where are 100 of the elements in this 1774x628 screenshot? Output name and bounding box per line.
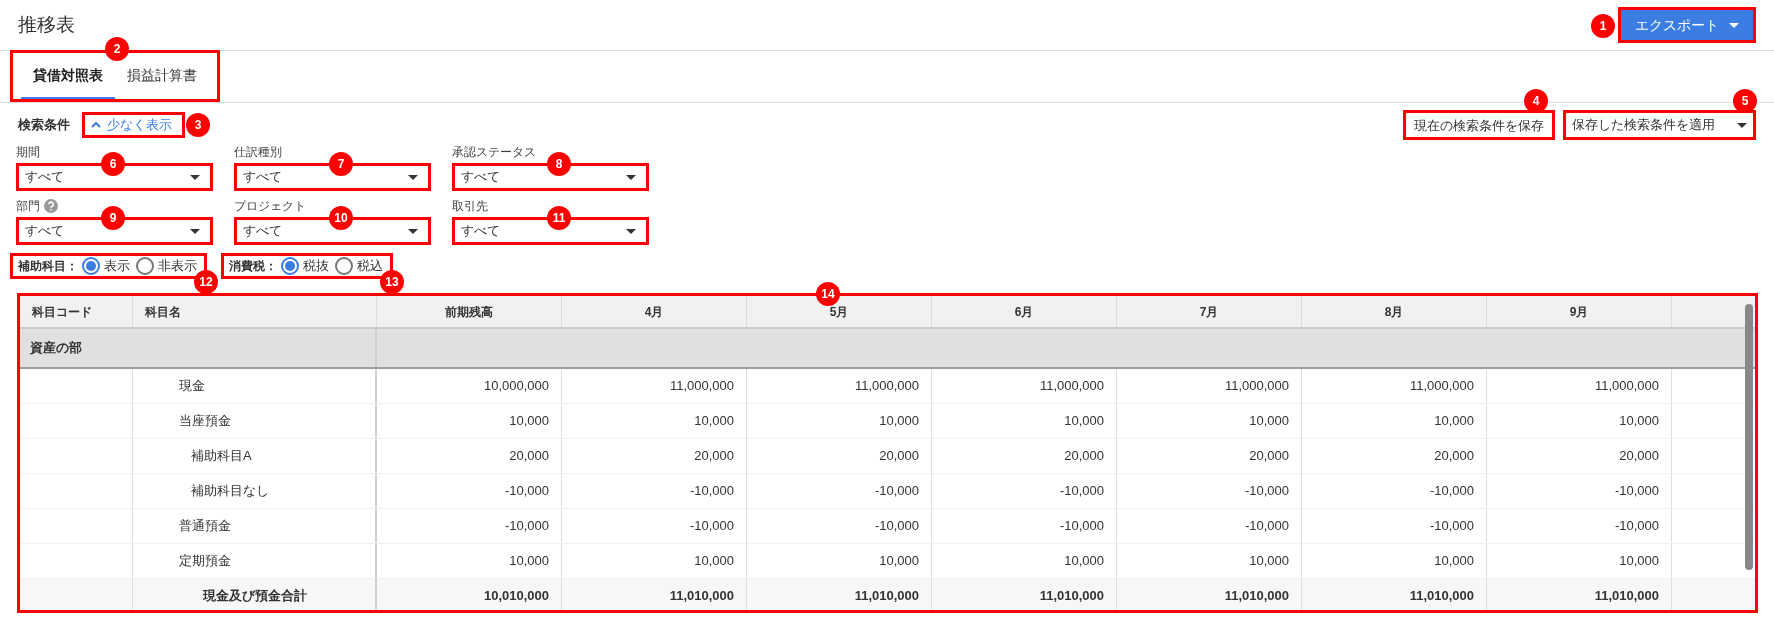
table-cell: 10,000: [562, 404, 747, 438]
caret-icon: [190, 228, 200, 234]
table-cell: 20,000: [1117, 439, 1302, 473]
table-cell: -10,000: [562, 509, 747, 543]
caret-icon: [408, 174, 418, 180]
callout-badge: 9: [101, 206, 125, 230]
callout-badge: 6: [101, 152, 125, 176]
table-cell: 11,010,000: [562, 579, 747, 610]
column-header: 科目コード: [20, 296, 133, 327]
table-cell: 11,010,000: [932, 579, 1117, 610]
column-header: 前期残高: [377, 296, 562, 327]
table-cell: -10,000: [747, 509, 932, 543]
callout-badge: 13: [380, 270, 404, 294]
table-cell: 20,000: [747, 439, 932, 473]
radio-button[interactable]: [82, 257, 100, 275]
caret-icon: [1737, 122, 1747, 128]
radio-button[interactable]: [281, 257, 299, 275]
table-cell: 10,010,000: [377, 579, 562, 610]
export-button[interactable]: エクスポート: [1621, 10, 1753, 40]
radio-button[interactable]: [136, 257, 154, 275]
page-title: 推移表: [18, 12, 75, 37]
column-header: 4月: [562, 296, 747, 327]
callout-badge: 4: [1524, 88, 1548, 113]
table-cell: -10,000: [1117, 509, 1302, 543]
show-less-link[interactable]: 少なく表示: [85, 115, 182, 135]
column-header: 6月: [932, 296, 1117, 327]
column-header: 7月: [1117, 296, 1302, 327]
table-cell: 11,010,000: [747, 579, 932, 610]
callout-badge: 1: [1591, 14, 1615, 38]
table-cell: 10,000: [377, 404, 562, 438]
table-cell: 10,000,000: [377, 369, 562, 403]
table-cell: 11,000,000: [562, 369, 747, 403]
table-cell: 11,000,000: [747, 369, 932, 403]
account-name: 補助科目A: [191, 447, 252, 466]
table-cell: 11,000,000: [1487, 369, 1672, 403]
help-icon[interactable]: [44, 199, 58, 213]
account-name: 当座預金: [179, 412, 231, 431]
table-cell: 10,000: [932, 404, 1117, 438]
caret-icon: [626, 228, 636, 234]
table-cell: -10,000: [747, 474, 932, 508]
callout-badge: 3: [186, 113, 210, 138]
column-header: 科目名: [133, 296, 377, 327]
table-cell: -10,000: [1117, 474, 1302, 508]
search-title: 検索条件: [18, 116, 70, 135]
table-cell: -10,000: [562, 474, 747, 508]
table-cell: 10,000: [562, 544, 747, 578]
callout-badge: 14: [816, 282, 840, 306]
callout-badge: 10: [329, 206, 353, 230]
table-cell: 11,000,000: [1302, 369, 1487, 403]
callout-badge: 5: [1733, 89, 1757, 113]
table-cell: 10,000: [932, 544, 1117, 578]
apply-saved-select[interactable]: 保存した検索条件を適用: [1566, 113, 1753, 137]
table-cell: 20,000: [932, 439, 1117, 473]
column-header: 9月: [1487, 296, 1672, 327]
account-name: 現金及び預金合計: [203, 587, 307, 606]
table-cell: 11,010,000: [1117, 579, 1302, 610]
caret-icon: [626, 174, 636, 180]
account-name: 定期預金: [179, 552, 231, 571]
table-cell: 10,000: [1302, 544, 1487, 578]
radio-option[interactable]: 税抜: [281, 256, 331, 276]
filter-label: 部門: [16, 198, 40, 215]
table-cell: -10,000: [1487, 509, 1672, 543]
filter-label: 取引先: [452, 198, 488, 215]
account-name: 現金: [179, 377, 205, 396]
table-cell: 10,000: [1487, 404, 1672, 438]
account-name: 補助科目なし: [191, 482, 269, 501]
filter-label: 仕訳種別: [234, 144, 282, 161]
callout-badge: 8: [547, 152, 571, 176]
table-cell: 20,000: [1302, 439, 1487, 473]
column-header: 8月: [1302, 296, 1487, 327]
caret-icon: [190, 174, 200, 180]
callout-badge: 11: [547, 206, 571, 230]
radio-option[interactable]: 表示: [82, 256, 132, 276]
table-cell: -10,000: [1302, 474, 1487, 508]
filter-label: 期間: [16, 144, 40, 161]
table-cell: 10,000: [377, 544, 562, 578]
callout-badge: 12: [194, 270, 218, 294]
table-cell: 10,000: [1117, 544, 1302, 578]
chevron-icon: [91, 122, 101, 128]
table-cell: 11,000,000: [1117, 369, 1302, 403]
radio-button[interactable]: [335, 257, 353, 275]
radio-group-label: 消費税：: [229, 258, 277, 275]
table-cell: -10,000: [932, 509, 1117, 543]
table-cell: 11,010,000: [1487, 579, 1672, 610]
section-label: 資産の部: [20, 329, 377, 367]
account-name: 普通預金: [179, 517, 231, 536]
table-cell: -10,000: [1487, 474, 1672, 508]
save-conditions-button[interactable]: 現在の検索条件を保存: [1406, 113, 1552, 138]
table-cell: -10,000: [932, 474, 1117, 508]
table-cell: 20,000: [562, 439, 747, 473]
table-cell: 20,000: [1487, 439, 1672, 473]
table-cell: 10,000: [747, 404, 932, 438]
table-cell: 11,010,000: [1302, 579, 1487, 610]
table-cell: 10,000: [747, 544, 932, 578]
table-cell: 10,000: [1302, 404, 1487, 438]
caret-icon: [408, 228, 418, 234]
table-cell: 10,000: [1487, 544, 1672, 578]
filter-label: 承認ステータス: [452, 144, 536, 161]
table-cell: -10,000: [377, 509, 562, 543]
table-cell: -10,000: [377, 474, 562, 508]
